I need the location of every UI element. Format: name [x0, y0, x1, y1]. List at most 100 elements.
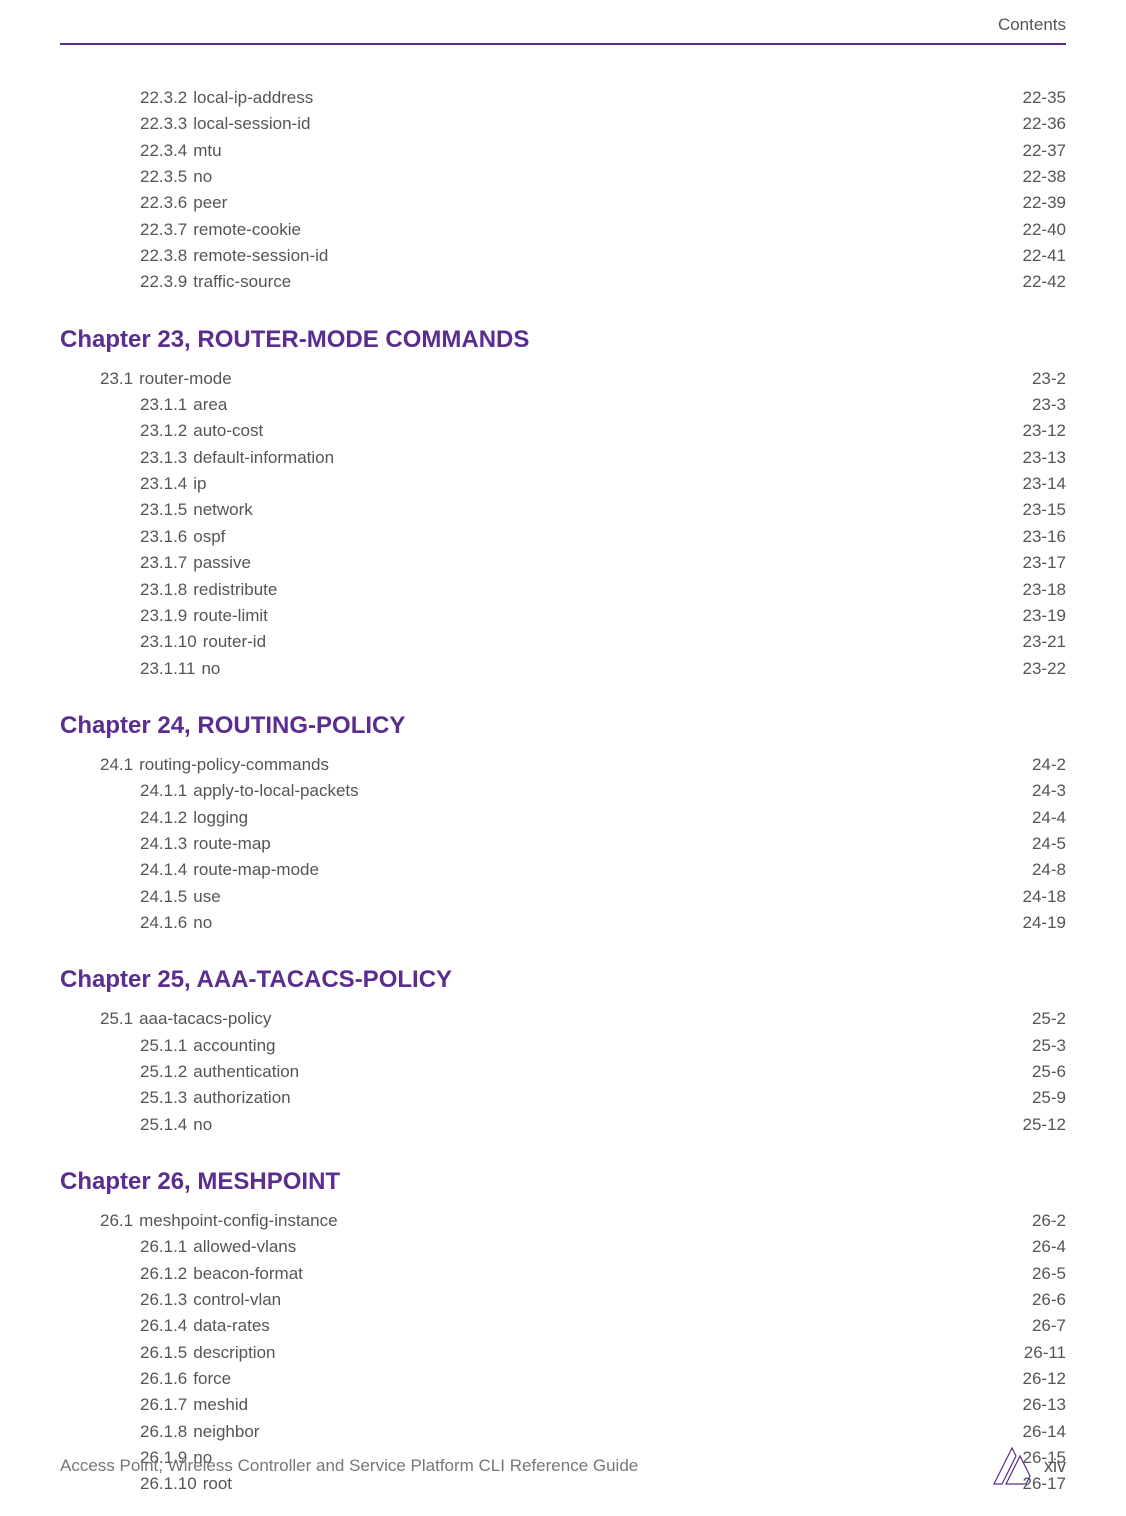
toc-entry-page: 23-17 — [1023, 550, 1066, 576]
toc-entry[interactable]: 23.1.7passive23-17 — [60, 550, 1066, 576]
toc-entry[interactable]: 23.1.2auto-cost 23-12 — [60, 418, 1066, 444]
toc-entry[interactable]: 25.1.3authorization25-9 — [60, 1085, 1066, 1111]
toc-entry[interactable]: 23.1.11no 23-22 — [60, 656, 1066, 682]
toc-entry[interactable]: 26.1.2beacon-format26-5 — [60, 1261, 1066, 1287]
toc-entry[interactable]: 23.1.9route-limit23-19 — [60, 603, 1066, 629]
toc-entry-number: 23.1.5 — [140, 497, 187, 523]
toc-entry-title: redistribute — [187, 577, 277, 603]
toc-entry-title: neighbor — [187, 1419, 259, 1445]
toc-entry[interactable]: 25.1.4no25-12 — [60, 1112, 1066, 1138]
toc-entry[interactable]: 22.3.2local-ip-address22-35 — [60, 85, 1066, 111]
toc-entry-number: 23.1.8 — [140, 577, 187, 603]
toc-entry[interactable]: 26.1.1allowed-vlans 26-4 — [60, 1234, 1066, 1260]
chapter-heading[interactable]: Chapter 26, MESHPOINT — [60, 1168, 1066, 1196]
toc-entry-number: 23.1.1 — [140, 392, 187, 418]
toc-entry[interactable]: 22.3.6peer22-39 — [60, 190, 1066, 216]
toc-entry[interactable]: 22.3.9traffic-source22-42 — [60, 269, 1066, 295]
toc-entry[interactable]: 25.1aaa-tacacs-policy25-2 — [60, 1006, 1066, 1032]
toc-entry-page: 23-12 — [1023, 418, 1066, 444]
toc-entry-number: 23.1.3 — [140, 445, 187, 471]
toc-entry[interactable]: 25.1.2authentication25-6 — [60, 1059, 1066, 1085]
toc-entry[interactable]: 26.1.5description26-11 — [60, 1340, 1066, 1366]
chapter-heading[interactable]: Chapter 25, AAA-TACACS-POLICY — [60, 966, 1066, 994]
toc-entry[interactable]: 23.1.3default-information23-13 — [60, 445, 1066, 471]
toc-entry-title: auto-cost — [187, 418, 263, 444]
toc-entry-number: 23.1.9 — [140, 603, 187, 629]
toc-entry-number: 26.1.1 — [140, 1234, 187, 1260]
toc-entry[interactable]: 23.1.10router-id23-21 — [60, 629, 1066, 655]
toc-entry-page: 23-2 — [1032, 366, 1066, 392]
toc-entry[interactable]: 22.3.5no22-38 — [60, 164, 1066, 190]
toc-entry[interactable]: 24.1.5use24-18 — [60, 884, 1066, 910]
toc-entry-number: 23.1.6 — [140, 524, 187, 550]
toc-entry-page: 22-35 — [1023, 85, 1066, 111]
toc-entry[interactable]: 23.1.4ip23-14 — [60, 471, 1066, 497]
toc-entry-page: 26-13 — [1023, 1392, 1066, 1418]
toc-entry-title: meshpoint-config-instance — [133, 1208, 337, 1234]
toc-entry-title: aaa-tacacs-policy — [133, 1006, 271, 1032]
toc-entry-number: 26.1.7 — [140, 1392, 187, 1418]
header-divider — [60, 43, 1066, 45]
toc-entry[interactable]: 24.1.2logging24-4 — [60, 805, 1066, 831]
toc-entry-number: 26.1.5 — [140, 1340, 187, 1366]
toc-entry-page: 26-4 — [1032, 1234, 1066, 1260]
toc-entry-number: 22.3.4 — [140, 138, 187, 164]
toc-entry-page: 24-19 — [1023, 910, 1066, 936]
toc-entry-page: 26-7 — [1032, 1313, 1066, 1339]
toc-entry-number: 22.3.6 — [140, 190, 187, 216]
toc-entry[interactable]: 26.1.4data-rates26-7 — [60, 1313, 1066, 1339]
toc-entry-number: 25.1.4 — [140, 1112, 187, 1138]
toc-entry[interactable]: 23.1.1area23-3 — [60, 392, 1066, 418]
chapter-heading[interactable]: Chapter 23, ROUTER-MODE COMMANDS — [60, 326, 1066, 354]
toc-entry-number: 23.1.11 — [140, 656, 195, 682]
toc-entry-number: 26.1.8 — [140, 1419, 187, 1445]
toc-entry-title: no — [195, 656, 220, 682]
toc-entry[interactable]: 26.1.7meshid26-13 — [60, 1392, 1066, 1418]
toc-entry[interactable]: 26.1.3control-vlan26-6 — [60, 1287, 1066, 1313]
brand-logo-icon — [992, 1446, 1032, 1486]
toc-entry[interactable]: 22.3.3local-session-id22-36 — [60, 111, 1066, 137]
toc-entry-number: 25.1.1 — [140, 1033, 187, 1059]
toc-entry-title: remote-session-id — [187, 243, 328, 269]
toc-entry-title: remote-cookie — [187, 217, 301, 243]
toc-entry-page: 24-8 — [1032, 857, 1066, 883]
toc-entry[interactable]: 23.1router-mode23-2 — [60, 366, 1066, 392]
toc-entry[interactable]: 22.3.8remote-session-id22-41 — [60, 243, 1066, 269]
toc-entry[interactable]: 26.1meshpoint-config-instance26-2 — [60, 1208, 1066, 1234]
toc-entry[interactable]: 22.3.4mtu22-37 — [60, 138, 1066, 164]
toc-entry-page: 24-3 — [1032, 778, 1066, 804]
toc-entry-title: local-session-id — [187, 111, 310, 137]
toc-entry[interactable]: 24.1routing-policy-commands24-2 — [60, 752, 1066, 778]
toc-entry-title: allowed-vlans — [187, 1234, 296, 1260]
toc-entry[interactable]: 23.1.5network23-15 — [60, 497, 1066, 523]
toc-entry-title: default-information — [187, 445, 334, 471]
toc-entry-number: 23.1.2 — [140, 418, 187, 444]
toc-entry[interactable]: 26.1.6force26-12 — [60, 1366, 1066, 1392]
toc-entry[interactable]: 24.1.1apply-to-local-packets24-3 — [60, 778, 1066, 804]
toc-entry-number: 22.3.7 — [140, 217, 187, 243]
toc-entry[interactable]: 22.3.7remote-cookie22-40 — [60, 217, 1066, 243]
toc-entry-title: description — [187, 1340, 275, 1366]
header-section-label: Contents — [60, 0, 1066, 43]
toc-entry[interactable]: 26.1.8neighbor26-14 — [60, 1419, 1066, 1445]
toc-entry[interactable]: 23.1.6ospf23-16 — [60, 524, 1066, 550]
toc-entry-number: 24.1.5 — [140, 884, 187, 910]
toc-entry[interactable]: 25.1.1accounting25-3 — [60, 1033, 1066, 1059]
toc-entry-number: 26.1.2 — [140, 1261, 187, 1287]
toc-entry[interactable]: 24.1.6no24-19 — [60, 910, 1066, 936]
toc-entry-title: router-id — [197, 629, 266, 655]
toc-entry-page: 23-22 — [1023, 656, 1066, 682]
toc-entry-title: accounting — [187, 1033, 275, 1059]
toc-entry-number: 24.1.2 — [140, 805, 187, 831]
toc-entry-title: ospf — [187, 524, 225, 550]
chapter-heading[interactable]: Chapter 24, ROUTING-POLICY — [60, 712, 1066, 740]
toc-entry-title: no — [187, 910, 212, 936]
toc-entry-title: authentication — [187, 1059, 299, 1085]
toc-entry-title: force — [187, 1366, 231, 1392]
toc-entry-title: routing-policy-commands — [133, 752, 329, 778]
toc-entry[interactable]: 24.1.3route-map24-5 — [60, 831, 1066, 857]
toc-entry[interactable]: 24.1.4route-map-mode24-8 — [60, 857, 1066, 883]
toc-entry-number: 22.3.3 — [140, 111, 187, 137]
toc-entry-number: 25.1.2 — [140, 1059, 187, 1085]
toc-entry[interactable]: 23.1.8redistribute23-18 — [60, 577, 1066, 603]
